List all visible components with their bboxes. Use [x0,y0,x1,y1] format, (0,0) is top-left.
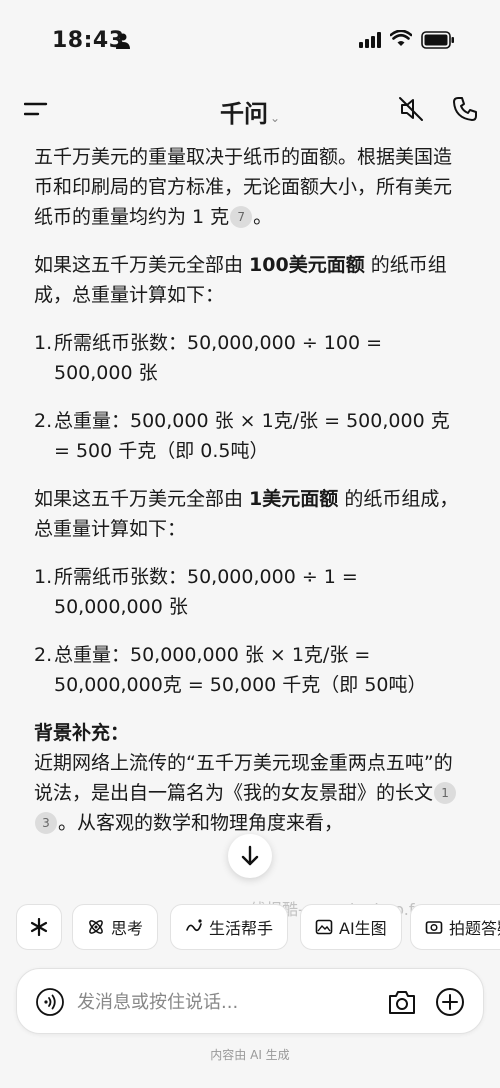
plus-icon[interactable] [435,987,465,1017]
chat-answer: 五千万美元的重量取决于纸币的面额。根据美国造币和印刷局的官方标准，无论面额大小，… [0,142,500,888]
answer-paragraph-1: 五千万美元的重量取决于纸币的面额。根据美国造币和印刷局的官方标准，无论面额大小，… [34,142,466,232]
atom-icon [89,920,103,934]
battery-icon [421,31,454,49]
citation-badge[interactable]: 1 [434,782,457,804]
section-title: 背景补充： [34,722,130,744]
list-text: 总重量：500,000 张 × 1克/张 = 500,000 克 = 500 千… [54,410,450,462]
chip-life-helper[interactable]: 生活帮手 [170,904,289,950]
list-item: 2. 总重量：50,000,000 张 × 1克/张 = 50,000,000克… [34,640,466,700]
chip-label: AI生图 [339,919,387,938]
image-icon [315,919,333,935]
list-number: 1. [34,332,53,354]
chip-photo-question[interactable]: 拍题答疑 [410,904,500,950]
camera-icon [425,921,443,934]
nav-title[interactable]: 千问 [220,100,268,128]
citation-badge[interactable]: 3 [35,812,57,834]
voice-input-icon[interactable] [35,987,65,1017]
answer-text: 如果这五千万美元全部由 [34,254,250,276]
answer-text: 。 [253,206,273,228]
chip-ai-image[interactable]: AI生图 [300,904,402,950]
list-number: 2. [34,644,53,666]
message-composer [16,968,484,1034]
more-tools-button[interactable] [16,904,62,950]
ai-disclaimer: 内容由 AI 生成 [210,1048,290,1062]
answer-text: 近期网络上流传的“五千万美元现金重两点五吨”的说法，是出自一篇名为《我的女友景甜… [34,752,453,804]
person-icon [116,33,130,49]
chip-think[interactable]: 思考 [72,904,159,950]
citation-badge[interactable]: 7 [230,206,253,228]
list-text: 总重量：50,000,000 张 × 1克/张 = 50,000,000克 = … [54,644,427,696]
answer-text: 如果这五千万美元全部由 [34,488,250,510]
chip-label: 拍题答疑 [449,919,500,938]
answer-paragraph-4: 近期网络上流传的“五千万美元现金重两点五吨”的说法，是出自一篇名为《我的女友景甜… [34,748,466,838]
list-number: 1. [34,566,53,588]
camera-icon[interactable] [387,988,417,1016]
nav-bar: 千问 ⌄ [0,80,500,140]
chevron-down-icon[interactable]: ⌄ [270,111,280,125]
answer-paragraph-3: 如果这五千万美元全部由 1美元面额 的纸币组成，总重量计算如下： [34,484,466,544]
list-item: 1. 所需纸币张数：50,000,000 ÷ 100 = 500,000 张 [34,328,466,388]
list-item: 2. 总重量：500,000 张 × 1克/张 = 500,000 克 = 50… [34,406,466,466]
list-text: 所需纸币张数：50,000,000 ÷ 1 = 50,000,000 张 [54,566,358,618]
answer-text: 。从客观的数学和物理角度来看， [58,812,344,834]
chip-label: 生活帮手 [209,919,274,938]
list-number: 2. [34,410,53,432]
speaker-mute-icon[interactable] [398,96,424,122]
list-text: 所需纸币张数：50,000,000 ÷ 100 = 500,000 张 [54,332,383,384]
quick-action-bar: 思考 生活帮手 AI生图 拍题答疑 [0,904,500,952]
scroll-to-bottom-button[interactable] [228,834,272,878]
phone-icon[interactable] [452,96,478,122]
wifi-icon [390,30,412,46]
asterisk-icon [30,918,48,936]
list-item: 1. 所需纸币张数：50,000,000 ÷ 1 = 50,000,000 张 [34,562,466,622]
answer-bold-text: 1美元面额 [249,488,339,510]
arrow-down-icon [241,845,259,866]
answer-paragraph-2: 如果这五千万美元全部由 100美元面额 的纸币组成，总重量计算如下： [34,250,466,310]
message-input[interactable] [77,983,377,1021]
signal-icon [359,32,381,48]
status-bar: 18:43 [0,0,500,80]
nav-title-wrap[interactable]: 千问 ⌄ [0,94,500,129]
answer-bold-text: 100美元面额 [249,254,365,276]
status-time: 18:43 [52,28,125,53]
life-icon [186,919,202,932]
chip-label: 思考 [111,919,144,938]
